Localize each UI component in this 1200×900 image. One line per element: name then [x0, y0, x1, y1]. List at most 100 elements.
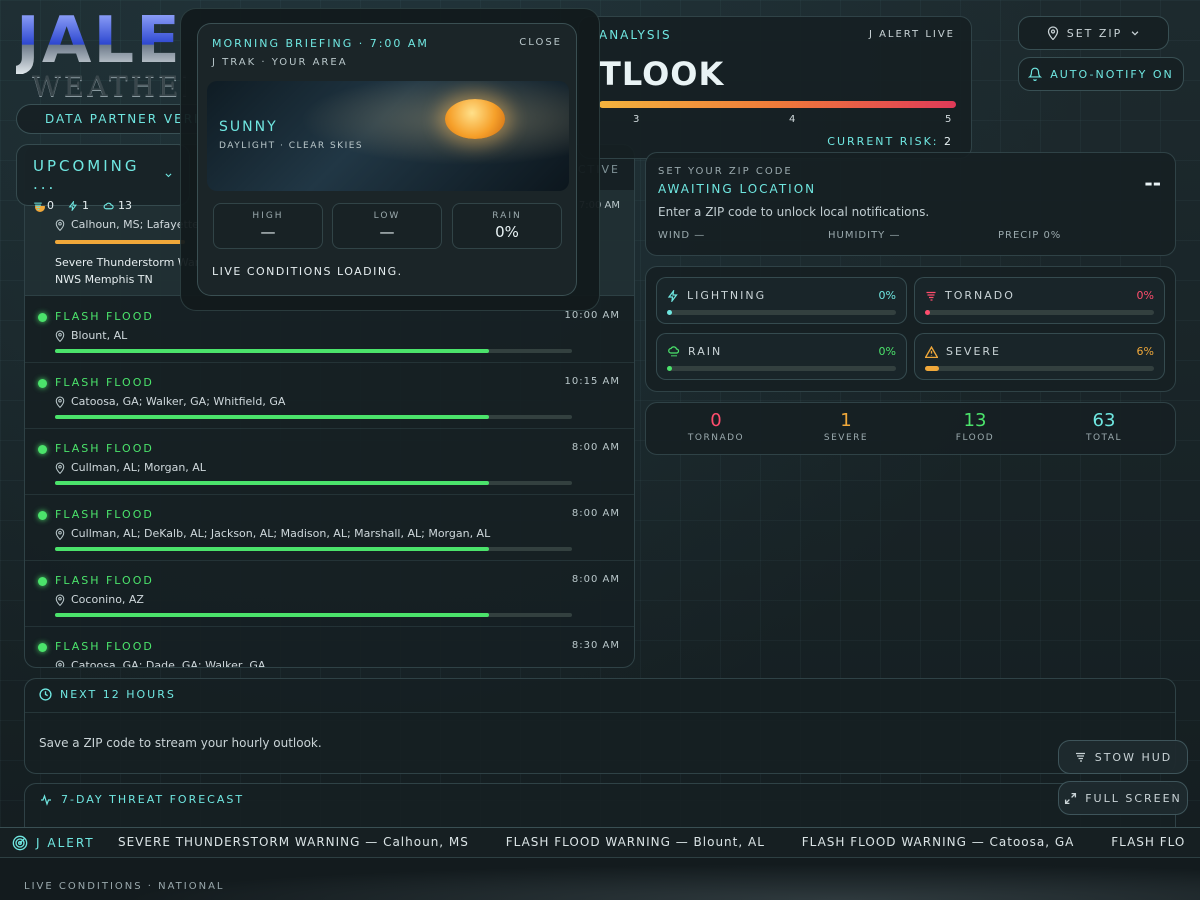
current-risk-value: 2: [944, 135, 953, 148]
divider: [25, 712, 1175, 713]
gauge-lightning: LIGHTNING 0%: [656, 277, 907, 324]
set-zip-label: SET ZIP: [1066, 26, 1123, 40]
alert-location: Cullman, AL; DeKalb, AL; Jackson, AL; Ma…: [55, 527, 490, 540]
alert-item-flash-flood[interactable]: FLASH FLOOD 10:15 AM Catoosa, GA; Walker, …: [25, 363, 634, 429]
alert-location: Blount, AL: [55, 329, 127, 342]
alert-progress-track: [55, 613, 572, 617]
condition-description: DAYLIGHT · CLEAR SKIES: [219, 141, 364, 151]
gauge-fill: [667, 366, 672, 371]
rain-value: 0%: [495, 223, 519, 241]
upcoming-alerts-header[interactable]: UPCOMING ... 0 1 13: [16, 144, 190, 212]
alert-location: Catoosa, GA; Dade, GA; Walker, GA: [55, 659, 266, 668]
total-flood: 13 FLOOD: [910, 410, 1040, 443]
set-zip-button[interactable]: SET ZIP: [1018, 16, 1169, 50]
gauge-fill: [925, 310, 930, 315]
activity-icon: [41, 793, 51, 806]
auto-notify-toggle[interactable]: AUTO-NOTIFY ON: [1018, 57, 1184, 91]
alert-time: 10:15 AM: [564, 376, 620, 387]
live-conditions-label: LIVE CONDITIONS · NATIONAL: [24, 881, 225, 892]
alert-item-flash-flood[interactable]: FLASH FLOOD 8:00 AM Cullman, AL; DeKalb, A…: [25, 495, 634, 561]
alert-progress-fill: [55, 415, 490, 419]
alert-type: FLASH FLOOD: [55, 508, 154, 521]
chevron-down-icon: [1131, 31, 1139, 36]
total-tornado: 0 TORNADO: [651, 410, 781, 443]
high-label: HIGH: [252, 211, 284, 221]
map-pin-icon: [55, 527, 65, 540]
risk-gauges-panel: LIGHTNING 0% TORNADO 0% RAIN 0% SEVERE 6…: [645, 266, 1176, 392]
alert-type: FLASH FLOOD: [55, 376, 154, 389]
gauge-value: 6%: [1136, 345, 1154, 358]
flood-count: 13: [103, 199, 132, 212]
total-value: 0: [710, 410, 722, 431]
auto-notify-label: AUTO-NOTIFY ON: [1050, 67, 1174, 81]
alert-location-text: Cullman, AL; Morgan, AL: [71, 461, 206, 474]
map-pin-icon: [55, 329, 65, 342]
zip-label: SET YOUR ZIP CODE: [658, 166, 793, 177]
stow-hud-button[interactable]: STOW HUD: [1058, 740, 1188, 774]
alert-time: 8:00 AM: [571, 574, 620, 585]
alert-location-text: Blount, AL: [71, 329, 128, 342]
alert-progress-track: [55, 349, 572, 353]
total-value: 63: [1092, 410, 1116, 431]
expand-icon: [1065, 792, 1077, 804]
ticker-item[interactable]: FLASH FLO: [1111, 835, 1185, 849]
high-value: —: [260, 223, 276, 241]
current-risk-label: CURRENT RISK:: [827, 135, 939, 148]
total-label: TOTAL: [1085, 433, 1123, 443]
alert-location: Catoosa, GA; Walker, GA; Whitfield, GA: [55, 395, 285, 408]
alert-item-flash-flood[interactable]: FLASH FLOOD 8:00 AM Coconino, AZ: [25, 561, 634, 627]
severe-count-value: 1: [82, 199, 89, 212]
severe-count: 1: [68, 199, 89, 212]
total-label: SEVERE: [823, 433, 869, 443]
ticker-item[interactable]: SEVERE THUNDERSTORM WARNING — Calhoun, M…: [118, 835, 469, 849]
alert-type: FLASH FLOOD: [55, 640, 154, 653]
outlook-header: ANALYSIS: [599, 28, 672, 42]
gauge-label: TORNADO: [945, 289, 1015, 302]
alert-progress-track: [55, 415, 572, 419]
gauge-tornado: TORNADO 0%: [914, 277, 1165, 324]
risk-tick: 5: [945, 114, 952, 125]
precip-stat: PRECIP 0%: [998, 230, 1062, 241]
map-pin-icon: [55, 395, 65, 408]
gauge-label: LIGHTNING: [687, 289, 767, 302]
full-screen-button[interactable]: FULL SCREEN: [1058, 781, 1188, 815]
total-value: 1: [840, 410, 852, 431]
low-value: —: [379, 223, 395, 241]
alert-item-flash-flood[interactable]: FLASH FLOOD 8:00 AM Cullman, AL; Morgan, A…: [25, 429, 634, 495]
alert-location-text: Coconino, AZ: [71, 593, 144, 606]
briefing-status: LIVE CONDITIONS LOADING.: [212, 265, 403, 278]
outlook-title: TLOOK: [599, 55, 725, 93]
map-pin-icon: [55, 218, 65, 231]
zip-heading: AWAITING LOCATION: [658, 182, 817, 196]
alert-type: FLASH FLOOD: [55, 442, 154, 455]
logo-subtitle: WEATHER: [32, 70, 186, 103]
ticker-item[interactable]: FLASH FLOOD WARNING — Catoosa, GA: [802, 835, 1075, 849]
alert-time: 8:30 AM: [571, 640, 620, 651]
flood-status-dot: [38, 379, 47, 388]
condition-label: SUNNY: [219, 119, 278, 135]
ticker-item[interactable]: FLASH FLOOD WARNING — Blount, AL: [506, 835, 765, 849]
cloud-icon: [103, 202, 114, 209]
gauge-value: 0%: [878, 289, 896, 302]
hourly-outlook-panel: NEXT 12 HOURS Save a ZIP code to stream …: [24, 678, 1176, 774]
alert-progress-bar: [55, 240, 185, 244]
alert-progress-track: [55, 547, 572, 551]
close-button[interactable]: CLOSE: [519, 37, 562, 48]
alert-location: Cullman, AL; Morgan, AL: [55, 461, 206, 474]
alert-location-text: Catoosa, GA; Dade, GA; Walker, GA: [71, 659, 266, 668]
flood-status-dot: [38, 643, 47, 652]
low-label: LOW: [373, 211, 401, 221]
alert-ticker: J ALERT SEVERE THUNDERSTORM WARNING — Ca…: [0, 827, 1200, 858]
alert-item-flash-flood[interactable]: FLASH FLOOD 8:30 AM Catoosa, GA; Dade, GA;…: [25, 627, 634, 668]
tornado-icon: [34, 202, 42, 210]
risk-tick: 4: [789, 114, 796, 125]
chevron-down-icon: [165, 173, 172, 178]
flood-status-dot: [38, 313, 47, 322]
alert-totals-panel: 0 TORNADO 1 SEVERE 13 FLOOD 63 TOTAL: [645, 402, 1176, 455]
total-value: 13: [963, 410, 987, 431]
full-screen-label: FULL SCREEN: [1085, 791, 1182, 805]
low-stat: LOW —: [332, 203, 442, 249]
alert-location: Coconino, AZ: [55, 593, 144, 606]
temperature-value: --: [1144, 171, 1161, 195]
alert-progress-fill: [55, 349, 490, 353]
